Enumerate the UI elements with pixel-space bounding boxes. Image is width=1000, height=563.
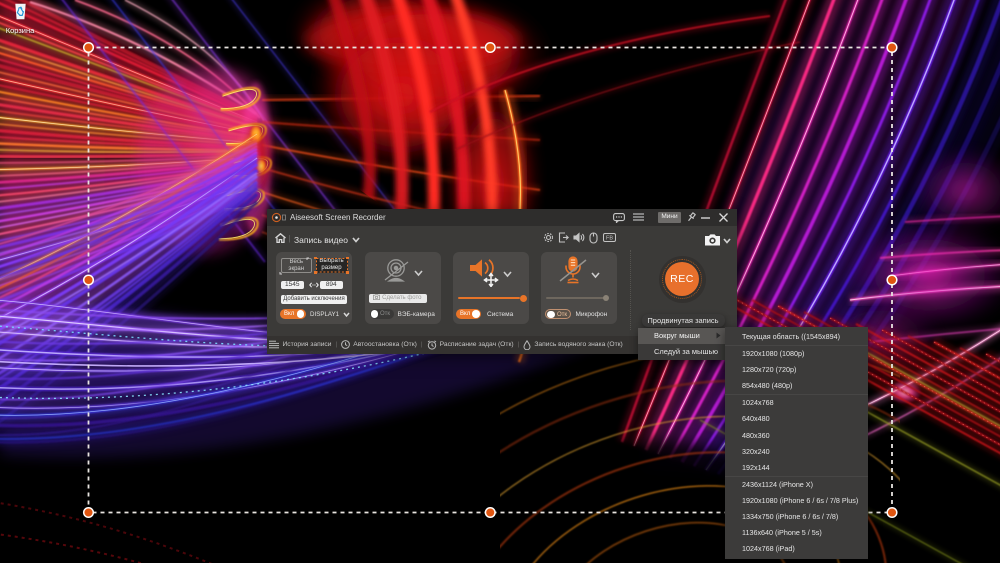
- svg-text:FB: FB: [606, 236, 613, 242]
